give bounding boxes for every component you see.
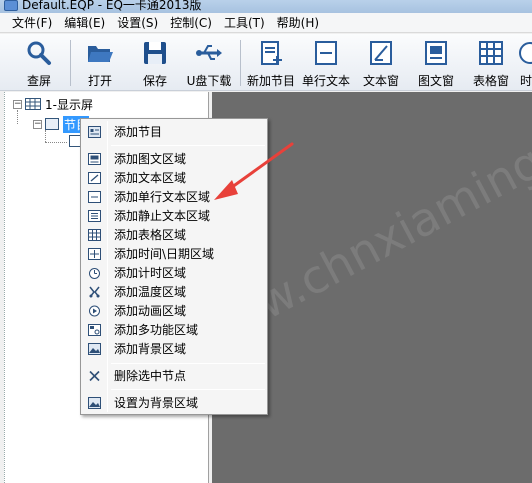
- menu-tools[interactable]: 工具(T): [218, 13, 271, 33]
- menu-item-add-datetime-area[interactable]: 添加时间\日期区域: [83, 244, 265, 263]
- collapse-icon[interactable]: −: [33, 119, 42, 129]
- menu-item-set-as-background[interactable]: 设置为背景区域: [83, 393, 265, 412]
- menu-separator: [111, 389, 265, 390]
- menu-control[interactable]: 控制(C): [164, 13, 218, 33]
- tree-line: [45, 142, 67, 143]
- set-background-icon: [88, 396, 101, 409]
- image-text-window-icon: [425, 41, 447, 65]
- menu-item-add-static-text-area[interactable]: 添加静止文本区域: [83, 206, 265, 225]
- window-title: Default.EQP - EQ一卡通2013版: [22, 0, 202, 12]
- folder-icon: [88, 46, 113, 62]
- tree-node-display[interactable]: − 1-显示屏: [13, 96, 93, 112]
- image-text-area-icon: [88, 152, 101, 165]
- text-window-button[interactable]: 文本窗: [358, 34, 404, 91]
- display-grid-icon: [25, 98, 41, 110]
- toolbar: 查屏 打开 保存 U盘下载 新加节目 单行文本 文本窗 图文窗 表格窗 时: [0, 34, 532, 91]
- table-window-icon: [479, 41, 503, 65]
- save-button[interactable]: 保存: [132, 34, 178, 91]
- save-icon: [144, 42, 166, 64]
- table-area-icon: [88, 228, 101, 241]
- program-icon: [88, 125, 101, 138]
- open-button[interactable]: 打开: [76, 34, 124, 91]
- menu-edit[interactable]: 编辑(E): [58, 13, 111, 33]
- temperature-area-icon: [89, 286, 100, 297]
- delete-icon: [89, 370, 100, 381]
- menu-help[interactable]: 帮助(H): [271, 13, 325, 33]
- single-line-text-icon: [315, 41, 337, 65]
- menu-item-add-table-area[interactable]: 添加表格区域: [83, 225, 265, 244]
- usb-icon: [196, 45, 222, 60]
- text-area-icon: [88, 171, 101, 184]
- new-program-button[interactable]: 新加节目: [244, 34, 298, 91]
- menu-item-delete-node[interactable]: 删除选中节点: [83, 366, 265, 385]
- clock-button[interactable]: 时: [519, 34, 532, 91]
- app-icon: [4, 0, 18, 11]
- menu-item-add-animation-area[interactable]: 添加动画区域: [83, 301, 265, 320]
- background-area-icon: [88, 342, 101, 355]
- collapse-icon[interactable]: −: [13, 99, 22, 109]
- menu-item-add-background-area[interactable]: 添加背景区域: [83, 339, 265, 358]
- search-icon: [27, 41, 51, 65]
- datetime-area-icon: [88, 247, 101, 260]
- search-screen-button[interactable]: 查屏: [14, 34, 64, 91]
- image-text-window-button[interactable]: 图文窗: [412, 34, 460, 91]
- annotation-arrow: [214, 142, 294, 200]
- toolbar-separator: [70, 40, 71, 86]
- tree-line: [45, 130, 46, 142]
- text-window-icon: [370, 41, 392, 65]
- menu-file[interactable]: 文件(F): [6, 13, 58, 33]
- menu-separator: [111, 363, 265, 364]
- new-program-icon: [261, 41, 282, 65]
- program-icon: [45, 118, 59, 130]
- timer-area-icon: [89, 267, 100, 279]
- tree-line: [17, 110, 18, 124]
- menu-bar: 文件(F) 编辑(E) 设置(S) 控制(C) 工具(T) 帮助(H): [0, 13, 532, 33]
- animation-area-icon: [89, 305, 100, 316]
- clock-icon: [519, 42, 532, 64]
- static-text-area-icon: [88, 209, 101, 222]
- single-line-text-area-icon: [88, 190, 101, 203]
- table-window-button[interactable]: 表格窗: [466, 34, 516, 91]
- menu-settings[interactable]: 设置(S): [111, 13, 164, 33]
- menu-item-add-multifunction-area[interactable]: 添加多功能区域: [83, 320, 265, 339]
- menu-item-add-temperature-area[interactable]: 添加温度区域: [83, 282, 265, 301]
- toolbar-separator: [240, 40, 241, 86]
- single-line-text-button[interactable]: 单行文本: [300, 34, 352, 91]
- app-window: Default.EQP - EQ一卡通2013版 文件(F) 编辑(E) 设置(…: [0, 0, 532, 483]
- title-bar: Default.EQP - EQ一卡通2013版: [0, 0, 532, 13]
- usb-download-button[interactable]: U盘下载: [182, 34, 236, 91]
- multifunction-area-icon: [88, 323, 101, 336]
- menu-item-add-timer-area[interactable]: 添加计时区域: [83, 263, 265, 282]
